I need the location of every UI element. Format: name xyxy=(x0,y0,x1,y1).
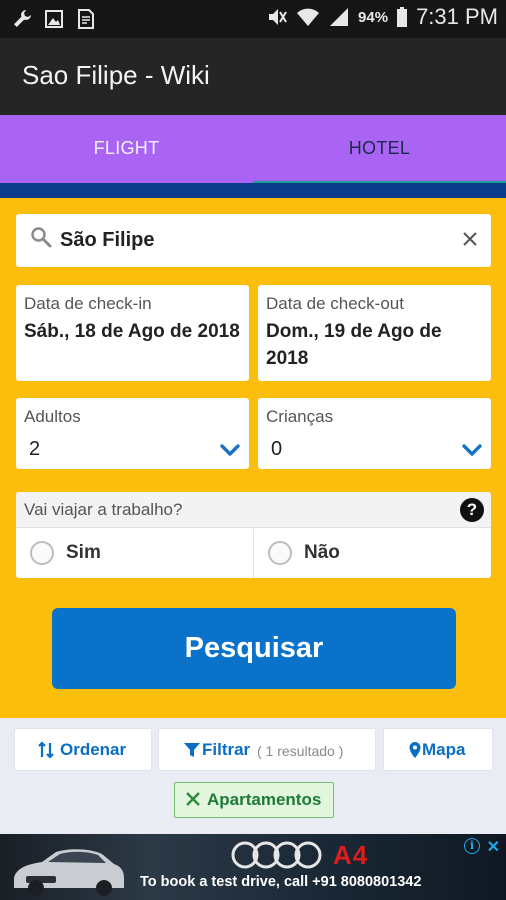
result-count: ( 1 resultado ) xyxy=(257,743,344,759)
results-toolbar: Ordenar Filtrar ( 1 resultado ) Mapa Apa… xyxy=(0,718,506,834)
business-trip-no-option[interactable]: Não xyxy=(253,529,490,578)
chevron-down-icon xyxy=(220,444,240,456)
checkin-date-field[interactable]: Data de check-in Sáb., 18 de Ago de 2018 xyxy=(16,285,249,381)
yes-label: Sim xyxy=(66,542,101,563)
checkin-label: Data de check-in xyxy=(24,294,152,313)
close-icon[interactable] xyxy=(185,791,201,807)
ad-model: A4 xyxy=(333,840,369,870)
checkout-label: Data de check-out xyxy=(266,294,404,313)
children-label: Crianças xyxy=(266,407,334,426)
no-label: Não xyxy=(304,542,340,563)
business-trip-yes-option[interactable]: Sim xyxy=(16,529,253,578)
search-button[interactable]: Pesquisar xyxy=(52,608,456,689)
adults-value: 2 xyxy=(29,438,41,460)
map-label: Mapa xyxy=(422,740,466,759)
clock: 7:31 PM xyxy=(416,4,498,29)
tab-hotel[interactable]: HOTEL xyxy=(253,115,506,185)
adults-select[interactable]: Adultos 2 xyxy=(16,398,249,469)
signal-icon xyxy=(330,8,349,26)
checkout-value: Dom., 19 de Ago de 2018 xyxy=(266,321,442,369)
active-filter-chip[interactable]: Apartamentos xyxy=(174,782,334,818)
search-icon xyxy=(31,227,52,248)
battery-percent: 94% xyxy=(358,8,389,26)
car-image xyxy=(14,849,124,896)
sort-label: Ordenar xyxy=(60,740,127,759)
radio-yes[interactable] xyxy=(30,541,54,565)
filter-button[interactable]: Filtrar ( 1 resultado ) xyxy=(158,728,376,771)
wrench-icon xyxy=(14,10,31,27)
close-icon[interactable]: ✕ xyxy=(487,837,500,857)
battery-icon xyxy=(397,7,408,27)
ad-text: To book a test drive, call +91 808080134… xyxy=(140,874,422,890)
divider-band xyxy=(0,183,506,198)
mute-icon xyxy=(269,9,287,25)
close-icon[interactable] xyxy=(459,228,481,250)
children-select[interactable]: Crianças 0 xyxy=(258,398,491,469)
radio-no[interactable] xyxy=(268,541,292,565)
chevron-down-icon xyxy=(462,444,482,456)
ad-banner[interactable]: A4 To book a test drive, call +91 808080… xyxy=(0,834,506,900)
business-trip-header: Vai viajar a trabalho? ? xyxy=(16,492,491,528)
filter-icon xyxy=(184,743,200,757)
checkout-date-field[interactable]: Data de check-out Dom., 19 de Ago de 201… xyxy=(258,285,491,381)
page-title: Sao Filipe - Wiki xyxy=(22,60,210,90)
tab-bar: FLIGHT HOTEL xyxy=(0,115,506,185)
wifi-icon xyxy=(297,8,320,26)
children-value: 0 xyxy=(271,438,283,460)
app-bar: Sao Filipe - Wiki xyxy=(0,38,506,115)
sort-button[interactable]: Ordenar xyxy=(14,728,152,771)
active-filter-label: Apartamentos xyxy=(207,790,322,809)
filter-label: Filtrar xyxy=(202,740,251,759)
hotel-search-form: São Filipe Data de check-in Sáb., 18 de … xyxy=(0,198,506,718)
adults-label: Adultos xyxy=(24,407,81,426)
destination-search-field[interactable]: São Filipe xyxy=(16,214,491,267)
destination-value: São Filipe xyxy=(60,229,155,251)
checkin-value: Sáb., 18 de Ago de 2018 xyxy=(24,321,240,342)
map-button[interactable]: Mapa xyxy=(383,728,493,771)
status-bar: 94% 7:31 PM xyxy=(0,0,506,38)
business-trip-question: Vai viajar a trabalho? xyxy=(24,500,183,519)
sort-icon xyxy=(38,741,54,759)
business-trip-panel: Vai viajar a trabalho? ? Sim Não xyxy=(16,492,491,578)
document-icon xyxy=(78,9,94,29)
help-icon[interactable]: ? xyxy=(460,498,484,522)
tab-flight[interactable]: FLIGHT xyxy=(0,115,253,183)
info-icon[interactable]: i xyxy=(464,838,480,854)
image-icon xyxy=(45,10,63,28)
